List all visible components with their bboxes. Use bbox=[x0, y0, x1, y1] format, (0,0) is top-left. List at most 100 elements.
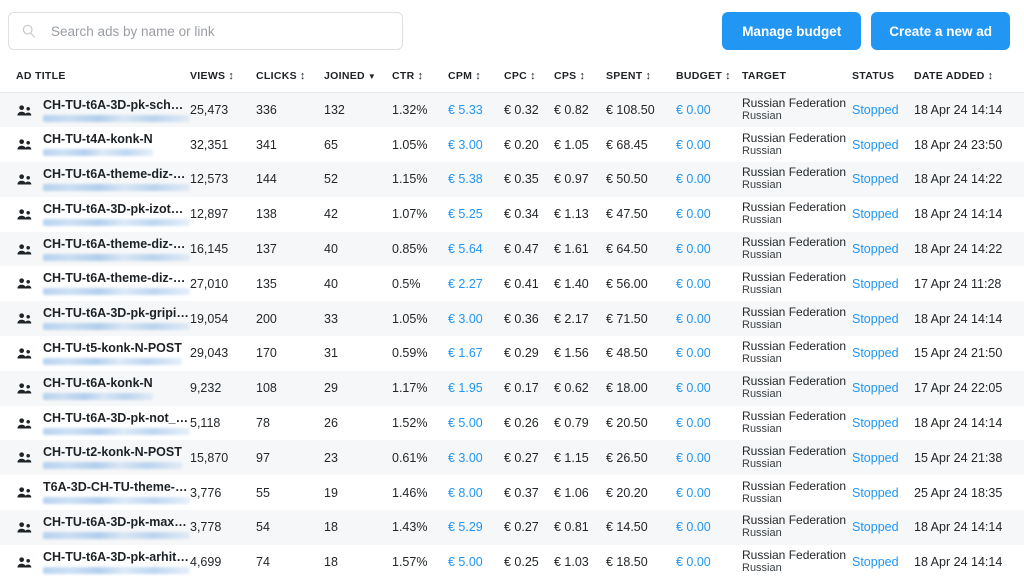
ad-title-cell[interactable]: CH-TU-t6A-3D-pk-izotov... bbox=[0, 197, 190, 232]
status-cell[interactable]: Stopped bbox=[852, 93, 914, 128]
status-cell[interactable]: Stopped bbox=[852, 406, 914, 441]
spent-value: € 48.50 bbox=[606, 346, 648, 361]
ad-title-cell[interactable]: CH-TU-t4A-konk-N bbox=[0, 127, 190, 162]
status-cell[interactable]: Stopped bbox=[852, 197, 914, 232]
column-header-budget[interactable]: BUDGET bbox=[676, 62, 742, 93]
status-cell[interactable]: Stopped bbox=[852, 510, 914, 545]
table-row[interactable]: CH-TU-t4A-konk-N 32,351 341 65 1.05% € 3.00 € … bbox=[0, 127, 1024, 162]
clicks-value: 144 bbox=[256, 172, 277, 187]
ad-title-cell[interactable]: T6A-3D-CH-TU-theme-d... bbox=[0, 475, 190, 510]
status-badge[interactable]: Stopped bbox=[852, 451, 899, 465]
views-value: 29,043 bbox=[190, 346, 229, 361]
status-cell[interactable]: Stopped bbox=[852, 162, 914, 197]
ctr-value: 1.05% bbox=[392, 311, 428, 326]
date-added-cell: 25 Apr 24 18:35 bbox=[914, 475, 1024, 510]
status-badge[interactable]: Stopped bbox=[852, 381, 899, 395]
table-row[interactable]: CH-TU-t6A-theme-diz-p... 12,573 144 52 1.15%… bbox=[0, 162, 1024, 197]
status-cell[interactable]: Stopped bbox=[852, 232, 914, 267]
cpm-value: € 3.00 bbox=[448, 450, 483, 465]
column-header-clicks[interactable]: CLICKS bbox=[256, 62, 324, 93]
joined-value: 31 bbox=[324, 346, 338, 361]
cpc-value: € 0.34 bbox=[504, 207, 539, 222]
table-row[interactable]: CH-TU-t6A-theme-diz-p... 16,145 137 40 0.85%… bbox=[0, 231, 1024, 267]
status-badge[interactable]: Stopped bbox=[852, 207, 899, 221]
status-badge[interactable]: Stopped bbox=[852, 172, 899, 186]
status-cell[interactable]: Stopped bbox=[852, 440, 914, 475]
ad-title-cell[interactable]: CH-TU-t6A-3D-pk-gripin... bbox=[0, 301, 190, 336]
budget-value: € 0.00 bbox=[676, 311, 711, 326]
column-header-views[interactable]: VIEWS bbox=[190, 62, 256, 93]
status-badge[interactable]: Stopped bbox=[852, 103, 899, 117]
table-row[interactable]: CH-TU-t6A-konk-N 9,232 108 29 1.17% € 1.95 € 0… bbox=[0, 370, 1024, 406]
ad-title-cell[interactable]: CH-TU-t2-konk-N-POST bbox=[0, 440, 190, 475]
status-cell[interactable]: Stopped bbox=[852, 266, 914, 301]
ad-title-cell[interactable]: CH-TU-t6A-3D-pk-arhite... bbox=[0, 545, 190, 580]
column-header-status: STATUS bbox=[852, 62, 914, 93]
table-row[interactable]: CH-TU-t2-konk-N-POST 15,870 97 23 0.61% € 3.0… bbox=[0, 440, 1024, 476]
table-row[interactable]: CH-TU-t6A-3D-pk-arhite... 4,699 74 18 1.57% €… bbox=[0, 545, 1024, 580]
ad-title-text: CH-TU-t6A-theme-diz-p... bbox=[43, 167, 190, 181]
status-cell[interactable]: Stopped bbox=[852, 545, 914, 580]
views-value: 5,118 bbox=[190, 416, 221, 431]
status-badge[interactable]: Stopped bbox=[852, 416, 899, 430]
column-header-cps[interactable]: CPS bbox=[554, 62, 606, 93]
status-cell[interactable]: Stopped bbox=[852, 301, 914, 336]
column-header-cpm[interactable]: CPM bbox=[448, 62, 504, 93]
table-row[interactable]: CH-TU-t6A-3D-pk-not_g... 5,118 78 26 1.52% € … bbox=[0, 406, 1024, 441]
status-badge[interactable]: Stopped bbox=[852, 520, 899, 534]
sort-icon bbox=[228, 72, 237, 81]
column-header-joined[interactable]: JOINED bbox=[324, 62, 392, 93]
column-header-title[interactable]: AD TITLE bbox=[0, 62, 190, 93]
target-cell: Russian Federation Russian bbox=[742, 197, 852, 232]
target-country: Russian Federation bbox=[742, 513, 847, 528]
table-row[interactable]: CH-TU-t6A-3D-pk-gripin... 19,054 200 33 1.05… bbox=[0, 301, 1024, 337]
cpc-value: € 0.27 bbox=[504, 520, 539, 535]
column-header-cpc[interactable]: CPC bbox=[504, 62, 554, 93]
target-language: Russian bbox=[742, 110, 782, 123]
ad-title-cell[interactable]: CH-TU-t6A-theme-diz-p... bbox=[0, 162, 190, 197]
date-added-cell: 17 Apr 24 22:05 bbox=[914, 371, 1024, 406]
cps-value: € 0.82 bbox=[554, 103, 589, 118]
search-field[interactable] bbox=[8, 12, 403, 50]
table-row[interactable]: CH-TU-t6A-3D-pk-max_... 3,778 54 18 1.43% € 5… bbox=[0, 510, 1024, 545]
status-cell[interactable]: Stopped bbox=[852, 475, 914, 510]
cps-value: € 0.79 bbox=[554, 416, 589, 431]
table-row[interactable]: CH-TU-t6A-theme-diz-1-N 27,010 135 40 0.5% € … bbox=[0, 266, 1024, 301]
column-header-spent[interactable]: SPENT bbox=[606, 62, 676, 93]
table-row[interactable]: CH-TU-t6A-3D-pk-schoo... 25,473 336 132 1.32… bbox=[0, 92, 1024, 128]
target-country: Russian Federation bbox=[742, 478, 847, 493]
status-badge[interactable]: Stopped bbox=[852, 486, 899, 500]
create-new-ad-button[interactable]: Create a new ad bbox=[871, 12, 1010, 50]
cpc-value: € 0.20 bbox=[504, 137, 539, 152]
status-cell[interactable]: Stopped bbox=[852, 127, 914, 162]
column-header-date-added[interactable]: DATE ADDED bbox=[914, 62, 1024, 93]
status-badge[interactable]: Stopped bbox=[852, 312, 899, 326]
column-header-ctr[interactable]: CTR bbox=[392, 62, 448, 93]
status-badge[interactable]: Stopped bbox=[852, 555, 899, 569]
ad-title-cell[interactable]: CH-TU-t6A-3D-pk-max_... bbox=[0, 510, 190, 545]
ad-title-cell[interactable]: CH-TU-t6A-theme-diz-p... bbox=[0, 232, 190, 267]
ad-title-cell[interactable]: CH-TU-t6A-theme-diz-1-N bbox=[0, 266, 190, 301]
cpm-value: € 5.00 bbox=[448, 555, 483, 570]
table-row[interactable]: T6A-3D-CH-TU-theme-d... 3,776 55 19 1.46% € 8… bbox=[0, 475, 1024, 510]
ad-title-cell[interactable]: CH-TU-t5-konk-N-POST bbox=[0, 336, 190, 371]
search-input[interactable] bbox=[49, 22, 390, 40]
joined-value: 18 bbox=[324, 520, 338, 535]
ad-title-cell[interactable]: CH-TU-t6A-3D-pk-not_g... bbox=[0, 406, 190, 441]
status-badge[interactable]: Stopped bbox=[852, 242, 899, 256]
ad-title-cell[interactable]: CH-TU-t6A-konk-N bbox=[0, 371, 190, 406]
status-badge[interactable]: Stopped bbox=[852, 138, 899, 152]
status-badge[interactable]: Stopped bbox=[852, 277, 899, 291]
ad-title-cell[interactable]: CH-TU-t6A-3D-pk-schoo... bbox=[0, 93, 190, 128]
clicks-value: 55 bbox=[256, 485, 270, 500]
status-badge[interactable]: Stopped bbox=[852, 346, 899, 360]
clicks-value: 170 bbox=[256, 346, 277, 361]
cpm-value: € 5.29 bbox=[448, 520, 483, 535]
target-language: Russian bbox=[742, 492, 782, 505]
ad-link-redacted bbox=[43, 497, 190, 505]
status-cell[interactable]: Stopped bbox=[852, 371, 914, 406]
manage-budget-button[interactable]: Manage budget bbox=[722, 12, 862, 50]
status-cell[interactable]: Stopped bbox=[852, 336, 914, 371]
table-row[interactable]: CH-TU-t6A-3D-pk-izotov... 12,897 138 42 1.07… bbox=[0, 197, 1024, 232]
table-row[interactable]: CH-TU-t5-konk-N-POST 29,043 170 31 0.59% € 1.… bbox=[0, 336, 1024, 371]
